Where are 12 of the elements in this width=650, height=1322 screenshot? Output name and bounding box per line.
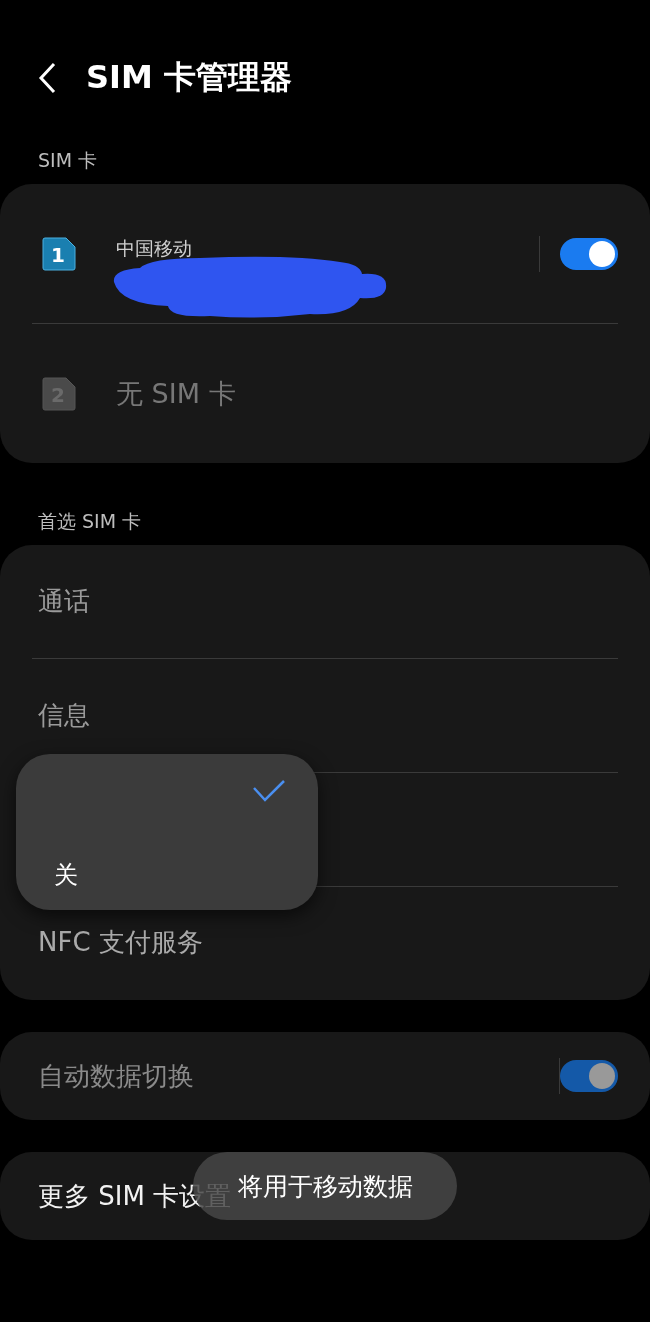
setting-label[interactable]: 通话 xyxy=(32,584,90,619)
toggle-switch[interactable] xyxy=(560,237,618,270)
setting-label[interactable]: 信息 xyxy=(32,698,90,733)
section-label: SIM 卡 xyxy=(37,148,99,173)
setting-label: 自动数据切换 xyxy=(38,1059,195,1093)
menu-option[interactable]: 关 xyxy=(54,859,78,891)
sim-name: 中国移动 xyxy=(116,235,193,261)
section-label: 首选 SIM 卡 xyxy=(37,509,143,534)
setting-label[interactable]: NFC 支付服务 xyxy=(32,925,203,960)
page-title: SIM 卡管理器 xyxy=(86,57,292,98)
sim-name: 无 SIM 卡 xyxy=(116,376,237,411)
sim-card-icon: 1 xyxy=(42,236,76,271)
